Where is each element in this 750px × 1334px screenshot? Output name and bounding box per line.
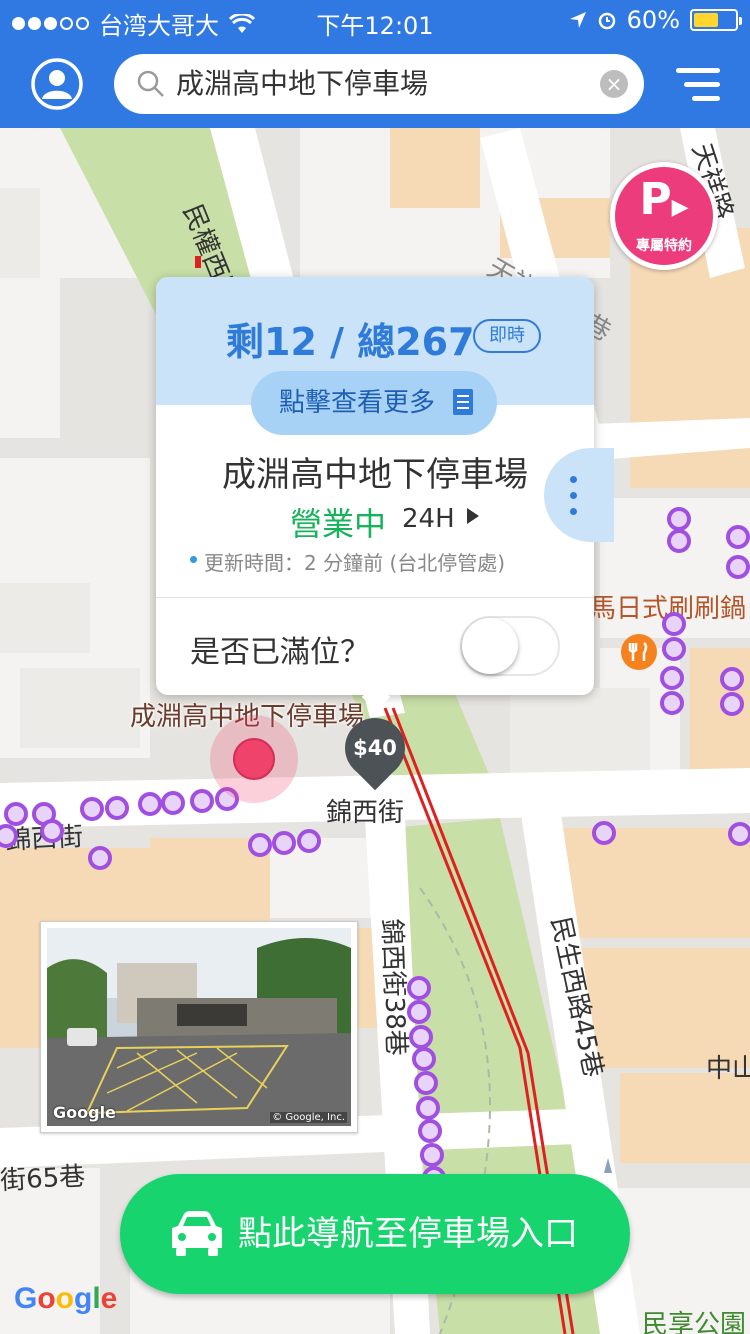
full-question-label: 是否已滿位？ bbox=[190, 635, 370, 670]
restaurant-icon[interactable] bbox=[621, 634, 657, 670]
update-time: 更新時間：2 分鐘前 (台北停管處) bbox=[189, 547, 505, 576]
map-view[interactable]: 民權西路70巷 天祥路 天祥路16巷 錦西街 錦西街 錦西街38巷 民生西路45… bbox=[0, 128, 750, 1334]
google-logo: Google bbox=[14, 1282, 118, 1315]
alarm-icon bbox=[598, 12, 615, 30]
street-label: 錦西街 bbox=[326, 798, 405, 828]
price-tag[interactable]: $40 bbox=[345, 718, 405, 778]
divider bbox=[156, 597, 594, 598]
toggle-knob bbox=[462, 618, 518, 674]
street-label: 錦西街38巷 bbox=[376, 918, 411, 1057]
street-view-thumbnail[interactable]: Google © Google, Inc. bbox=[40, 921, 358, 1133]
full-toggle-switch[interactable] bbox=[460, 616, 560, 676]
street-label: 錦西街 bbox=[4, 821, 84, 857]
location-arrow-icon bbox=[569, 12, 586, 28]
navigate-button[interactable]: 點此導航至停車場入口 bbox=[120, 1174, 630, 1294]
opening-hours[interactable]: 24H bbox=[402, 504, 455, 534]
search-icon bbox=[137, 70, 164, 97]
street-view-image: Google © Google, Inc. bbox=[47, 928, 351, 1126]
promo-label: 專屬特約 bbox=[636, 238, 692, 254]
search-input[interactable]: 成淵高中地下停車場 × bbox=[114, 54, 644, 114]
poi-label: 馬日式刷刷鍋 bbox=[590, 594, 747, 624]
street-label: 民享公園 bbox=[642, 1310, 747, 1334]
google-watermark: Google bbox=[53, 1103, 116, 1122]
car-icon bbox=[172, 1211, 222, 1256]
view-more-button[interactable]: 點擊查看更多 bbox=[251, 371, 497, 435]
space-availability: 剩12 / 總267 bbox=[226, 320, 475, 364]
open-status: 營業中 bbox=[290, 505, 387, 543]
search-query-text: 成淵高中地下停車場 bbox=[176, 67, 429, 100]
parking-p-icon: P bbox=[639, 174, 672, 225]
parking-info-popup: 剩12 / 總267 即時 點擊查看更多 成淵高中地下停車場 營業中 24H 更… bbox=[156, 277, 594, 712]
profile-avatar-icon[interactable] bbox=[30, 57, 84, 111]
view-more-label: 點擊查看更多 bbox=[279, 388, 436, 418]
document-icon bbox=[453, 389, 473, 415]
street-view-copyright: © Google, Inc. bbox=[270, 1112, 347, 1123]
street-label: 街65巷 bbox=[0, 1161, 86, 1197]
battery-percent: 60% bbox=[626, 6, 680, 34]
special-contract-button[interactable]: P▶ 專屬特約 bbox=[610, 162, 718, 270]
battery-icon bbox=[690, 9, 742, 31]
app-header: 成淵高中地下停車場 × bbox=[0, 40, 750, 128]
navigate-button-label: 點此導航至停車場入口 bbox=[238, 1214, 578, 1254]
location-pin-icon[interactable] bbox=[209, 714, 299, 804]
hours-expand-icon[interactable] bbox=[467, 508, 479, 524]
filter-menu-button[interactable] bbox=[674, 66, 720, 102]
parking-lot-name: 成淵高中地下停車場 bbox=[222, 455, 528, 495]
live-badge: 即時 bbox=[473, 319, 541, 353]
street-label: 中山 bbox=[706, 1054, 750, 1084]
clear-search-icon[interactable]: × bbox=[600, 70, 628, 98]
play-arrow-icon: ▶ bbox=[671, 195, 689, 220]
status-bar: 台湾大哥大 下午12:01 60% bbox=[0, 0, 750, 40]
